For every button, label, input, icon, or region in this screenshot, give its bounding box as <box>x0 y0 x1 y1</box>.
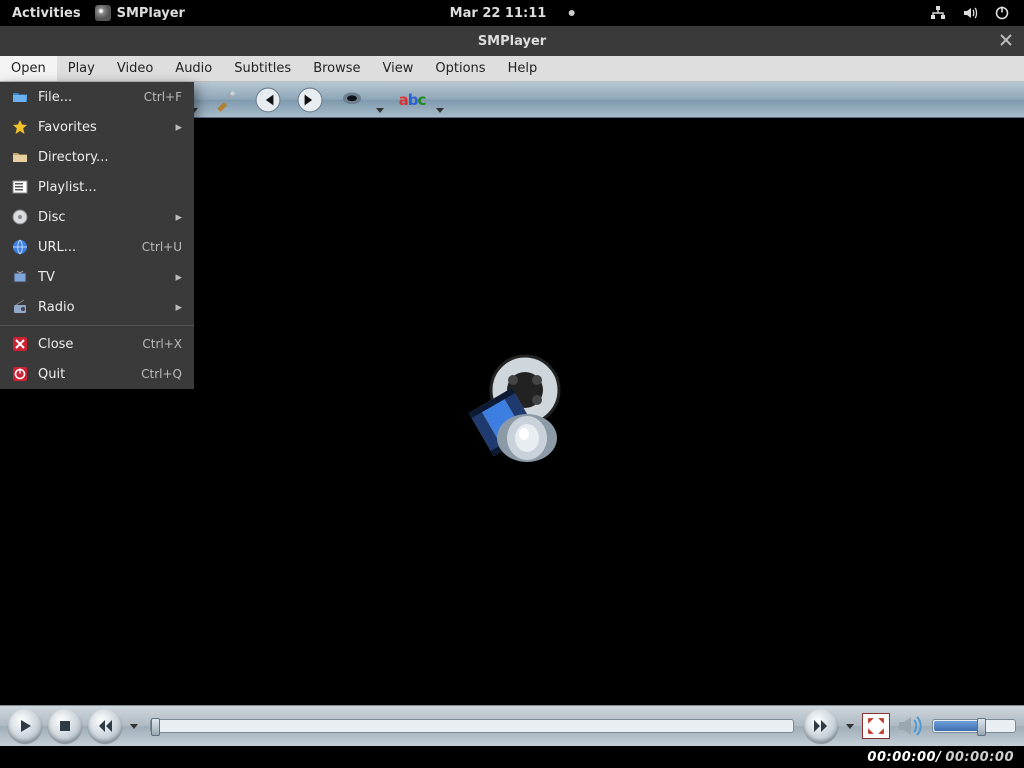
time-display: 00:00:00 / 00:00:00 <box>0 746 1024 768</box>
open-playlist-item[interactable]: Playlist... <box>0 172 194 202</box>
time-position: 00:00:00 <box>867 750 936 765</box>
radio-icon <box>12 299 28 315</box>
gnome-topbar: Activities SMPlayer Mar 22 11:11 <box>0 0 1024 26</box>
forward-menu-dropdown[interactable] <box>846 724 854 729</box>
playlist-icon <box>12 179 28 195</box>
toolbar-aspect-dropdown[interactable] <box>376 108 384 113</box>
menu-video[interactable]: Video <box>106 56 164 81</box>
tv-icon <box>12 269 28 285</box>
menu-audio[interactable]: Audio <box>164 56 223 81</box>
toolbar-subtitles-button[interactable]: abc <box>398 86 426 114</box>
globe-icon <box>12 239 28 255</box>
menubar: Open Play Video Audio Subtitles Browse V… <box>0 56 1024 82</box>
notification-dot-icon <box>568 10 574 16</box>
volume-thumb[interactable] <box>977 718 986 736</box>
open-favorites-item[interactable]: Favorites ▸ <box>0 112 194 142</box>
menu-help[interactable]: Help <box>497 56 549 81</box>
window-close-button[interactable] <box>998 32 1014 48</box>
play-button[interactable] <box>8 709 42 743</box>
menu-options[interactable]: Options <box>424 56 496 81</box>
menu-browse[interactable]: Browse <box>302 56 371 81</box>
submenu-arrow-icon: ▸ <box>175 210 182 225</box>
volume-fill <box>934 721 980 731</box>
window-title: SMPlayer <box>478 34 546 49</box>
menu-separator <box>0 325 194 326</box>
open-radio-item[interactable]: Radio ▸ <box>0 292 194 322</box>
mute-button[interactable] <box>896 713 926 739</box>
playback-controls <box>0 705 1024 746</box>
stop-button[interactable] <box>48 709 82 743</box>
toolbar-subtitles-dropdown[interactable] <box>436 108 444 113</box>
open-quit-item[interactable]: Quit Ctrl+Q <box>0 359 194 389</box>
toolbar-prev-button[interactable] <box>254 86 282 114</box>
smplayer-logo-icon <box>447 352 577 472</box>
forward-button[interactable] <box>804 709 838 743</box>
open-tv-item[interactable]: TV ▸ <box>0 262 194 292</box>
time-separator: / <box>936 750 941 765</box>
open-url-item[interactable]: URL... Ctrl+U <box>0 232 194 262</box>
open-directory-item[interactable]: Directory... <box>0 142 194 172</box>
rewind-menu-dropdown[interactable] <box>130 724 138 729</box>
close-icon <box>12 336 28 352</box>
network-icon[interactable] <box>930 5 946 21</box>
submenu-arrow-icon: ▸ <box>175 270 182 285</box>
open-close-item[interactable]: Close Ctrl+X <box>0 329 194 359</box>
time-duration: 00:00:00 <box>945 750 1014 765</box>
active-app-name: SMPlayer <box>117 6 185 21</box>
menu-open[interactable]: Open <box>0 56 57 81</box>
disc-icon <box>12 209 28 225</box>
power-icon[interactable] <box>994 5 1010 21</box>
toolbar-preferences-button[interactable] <box>212 86 240 114</box>
smplayer-icon <box>95 5 111 21</box>
toolbar-aspect-button[interactable] <box>338 86 366 114</box>
star-icon <box>12 119 28 135</box>
activities-button[interactable]: Activities <box>12 6 81 21</box>
menu-subtitles[interactable]: Subtitles <box>223 56 302 81</box>
folder-icon <box>12 89 28 105</box>
seek-slider[interactable] <box>150 719 794 733</box>
volume-slider[interactable] <box>932 719 1016 733</box>
submenu-arrow-icon: ▸ <box>175 120 182 135</box>
rewind-button[interactable] <box>88 709 122 743</box>
open-disc-item[interactable]: Disc ▸ <box>0 202 194 232</box>
menu-play[interactable]: Play <box>57 56 106 81</box>
folder-icon <box>12 149 28 165</box>
seek-thumb[interactable] <box>151 718 160 736</box>
volume-icon[interactable] <box>962 5 978 21</box>
open-menu-dropdown: File... Ctrl+F Favorites ▸ Directory... … <box>0 82 194 389</box>
fullscreen-button[interactable] <box>862 713 890 739</box>
window-titlebar: SMPlayer <box>0 26 1024 56</box>
submenu-arrow-icon: ▸ <box>175 300 182 315</box>
clock[interactable]: Mar 22 11:11 <box>450 6 575 21</box>
open-file-item[interactable]: File... Ctrl+F <box>0 82 194 112</box>
active-app-indicator[interactable]: SMPlayer <box>95 5 185 21</box>
menu-view[interactable]: View <box>372 56 425 81</box>
toolbar-next-button[interactable] <box>296 86 324 114</box>
power-icon <box>12 366 28 382</box>
